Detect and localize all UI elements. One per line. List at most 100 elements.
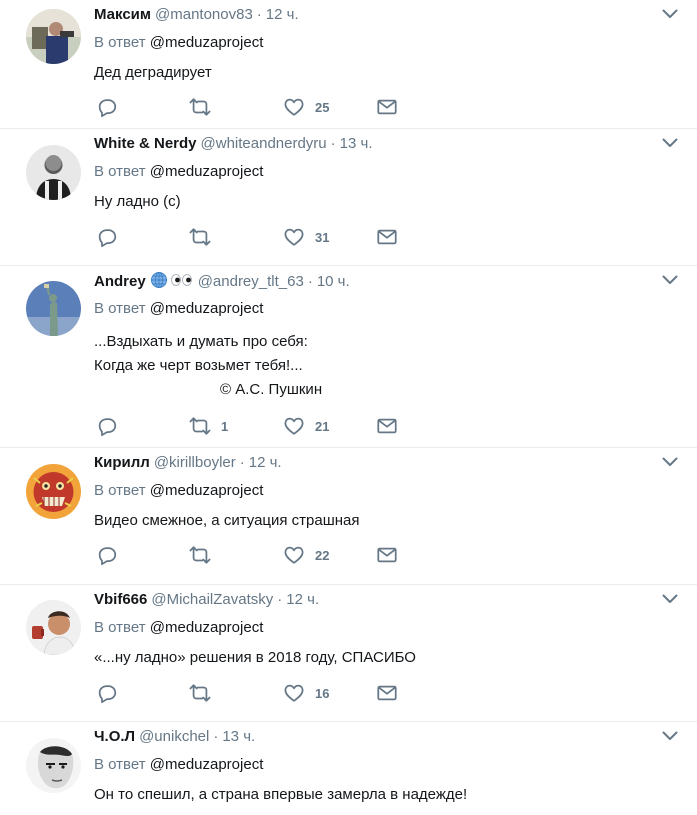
author-handle[interactable]: @unikchel [139, 728, 209, 745]
avatar[interactable] [26, 145, 81, 200]
author-handle[interactable]: @whiteandnerdyru [201, 135, 327, 152]
like-button[interactable]: 25 [283, 96, 329, 118]
tweet-header: Andrey @andrey_tlt_63 · 10 ч. [94, 271, 350, 295]
reply-button[interactable] [96, 226, 118, 248]
retweet-button[interactable] [189, 682, 221, 704]
timestamp[interactable]: 12 ч. [286, 591, 319, 608]
author-name[interactable]: Andrey [94, 273, 146, 290]
tweet[interactable]: Vbif666 @MichailZavatsky · 12 ч. В ответ @m… [0, 585, 697, 722]
author-name[interactable]: Максим [94, 6, 151, 23]
tweet-text: «...ну ладно» решения в 2018 году, СПАСИ… [94, 646, 416, 669]
reply-context: В ответ @meduzaproject [94, 33, 263, 53]
chevron-down-icon[interactable] [662, 8, 678, 20]
reply-mention[interactable]: @meduzaproject [150, 300, 264, 317]
tweet[interactable]: White & Nerdy @whiteandnerdyru · 13 ч. В от… [0, 129, 697, 266]
tweet-text: ...Вздыхать и думать про себя: Когда же … [94, 330, 322, 402]
author-name[interactable]: Vbif666 [94, 591, 147, 608]
timestamp[interactable]: 12 ч. [249, 454, 282, 471]
timestamp[interactable]: 13 ч. [340, 135, 373, 152]
reply-button[interactable] [96, 415, 118, 437]
timestamp[interactable]: 13 ч. [222, 728, 255, 745]
tweet[interactable]: Ч.О.Л @unikchel · 13 ч. В ответ @meduzaproj… [0, 722, 697, 815]
envelope-icon [376, 682, 398, 704]
chevron-down-icon[interactable] [662, 456, 678, 468]
avatar[interactable] [26, 281, 81, 336]
tweet-text: Ну ладно (с) [94, 190, 181, 213]
name-emoji [150, 271, 194, 295]
like-button[interactable]: 31 [283, 226, 329, 248]
envelope-icon [376, 96, 398, 118]
tweet-text-line: Видео смежное, а ситуация страшная [94, 512, 360, 529]
author-name[interactable]: Ч.О.Л [94, 728, 135, 745]
reply-mention[interactable]: @meduzaproject [150, 482, 264, 499]
reply-button[interactable] [96, 544, 118, 566]
avatar[interactable] [26, 464, 81, 519]
heart-icon [283, 544, 305, 566]
tweet-actions: 25 [94, 96, 414, 118]
retweet-count: 1 [221, 418, 229, 434]
direct-message-button[interactable] [376, 226, 398, 248]
author-name[interactable]: Кирилл [94, 454, 150, 471]
timestamp[interactable]: 10 ч. [317, 273, 350, 290]
like-count: 16 [315, 685, 330, 701]
reply-mention[interactable]: @meduzaproject [150, 756, 264, 773]
tweet[interactable]: Кирилл @kirillboyler · 12 ч. В ответ @meduz… [0, 448, 697, 585]
tweet-header: White & Nerdy @whiteandnerdyru · 13 ч. [94, 134, 373, 154]
reply-prefix: В ответ [94, 163, 146, 180]
retweet-button[interactable] [189, 96, 221, 118]
tweet-header: Vbif666 @MichailZavatsky · 12 ч. [94, 590, 319, 610]
like-button[interactable]: 21 [283, 415, 329, 437]
separator-dot: · [307, 273, 313, 290]
like-button[interactable]: 22 [283, 544, 329, 566]
separator-dot: · [213, 728, 219, 745]
author-handle[interactable]: @andrey_tlt_63 [198, 273, 304, 290]
reply-context: В ответ @meduzaproject [94, 162, 263, 182]
retweet-button[interactable] [189, 544, 221, 566]
like-count: 31 [315, 229, 330, 245]
reply-prefix: В ответ [94, 482, 146, 499]
reply-mention[interactable]: @meduzaproject [150, 34, 264, 51]
author-name[interactable]: White & Nerdy [94, 135, 197, 152]
retweet-icon [189, 415, 211, 437]
reply-mention[interactable]: @meduzaproject [150, 163, 264, 180]
direct-message-button[interactable] [376, 415, 398, 437]
direct-message-button[interactable] [376, 544, 398, 566]
envelope-icon [376, 226, 398, 248]
tweet-text-line: Дед деградирует [94, 64, 212, 81]
heart-icon [283, 96, 305, 118]
tweet-text-line: «...ну ладно» решения в 2018 году, СПАСИ… [94, 649, 416, 666]
tweet[interactable]: Максим @mantonov83 · 12 ч. В ответ @meduzap… [0, 0, 697, 129]
author-handle[interactable]: @MichailZavatsky [151, 591, 273, 608]
chevron-down-icon[interactable] [662, 274, 678, 286]
retweet-button[interactable] [189, 226, 221, 248]
reply-context: В ответ @meduzaproject [94, 299, 263, 319]
reply-prefix: В ответ [94, 756, 146, 773]
reply-icon [96, 544, 118, 566]
reply-mention[interactable]: @meduzaproject [150, 619, 264, 636]
chevron-down-icon[interactable] [662, 593, 678, 605]
direct-message-button[interactable] [376, 96, 398, 118]
separator-dot: · [330, 135, 336, 152]
author-handle[interactable]: @kirillboyler [154, 454, 236, 471]
timestamp[interactable]: 12 ч. [266, 6, 299, 23]
retweet-icon [189, 544, 211, 566]
reply-button[interactable] [96, 682, 118, 704]
reply-prefix: В ответ [94, 300, 146, 317]
reply-feed: Максим @mantonov83 · 12 ч. В ответ @meduzap… [0, 0, 697, 815]
avatar[interactable] [26, 600, 81, 655]
globe-eyes-emoji-icon [150, 272, 192, 288]
reply-context: В ответ @meduzaproject [94, 618, 263, 638]
heart-icon [283, 226, 305, 248]
like-button[interactable]: 16 [283, 682, 329, 704]
avatar[interactable] [26, 738, 81, 793]
tweet[interactable]: Andrey @andrey_tlt_63 · 10 ч. В ответ @medu… [0, 266, 697, 448]
chevron-down-icon[interactable] [662, 730, 678, 742]
envelope-icon [376, 415, 398, 437]
retweet-button[interactable]: 1 [189, 415, 228, 437]
author-handle[interactable]: @mantonov83 [155, 6, 253, 23]
reply-button[interactable] [96, 96, 118, 118]
avatar[interactable] [26, 9, 81, 64]
reply-context: В ответ @meduzaproject [94, 755, 263, 775]
direct-message-button[interactable] [376, 682, 398, 704]
chevron-down-icon[interactable] [662, 137, 678, 149]
